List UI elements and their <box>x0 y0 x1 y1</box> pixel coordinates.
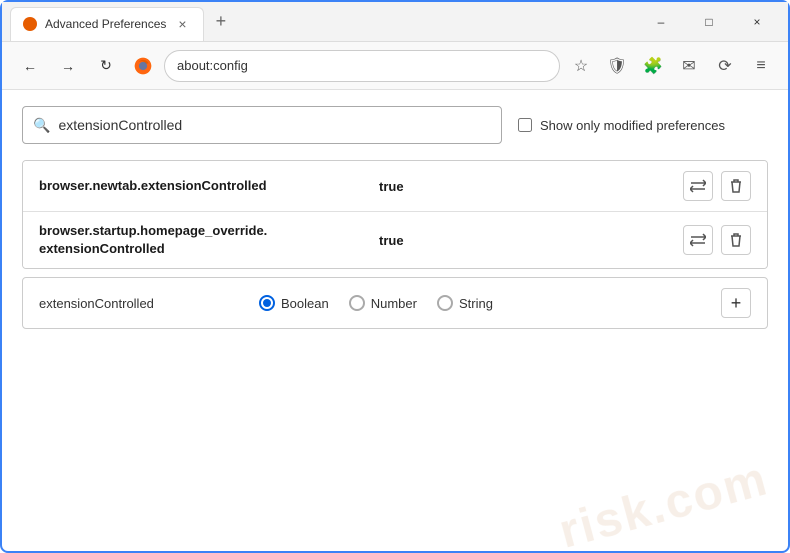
refresh-button[interactable]: ↻ <box>90 50 122 82</box>
search-row: 🔍 Show only modified preferences <box>22 106 768 144</box>
pref-value-1: true <box>379 179 683 194</box>
show-modified-checkbox[interactable] <box>518 118 532 132</box>
tab-title: Advanced Preferences <box>45 17 166 31</box>
close-button[interactable]: × <box>734 6 780 38</box>
bookmark-button[interactable]: ☆ <box>566 51 596 81</box>
string-label: String <box>459 296 493 311</box>
content-area: 🔍 Show only modified preferences browser… <box>2 90 788 345</box>
minimize-button[interactable]: – <box>638 6 684 38</box>
number-radio-circle[interactable] <box>349 295 365 311</box>
window-controls: – □ × <box>638 6 780 38</box>
menu-button[interactable]: ≡ <box>746 51 776 81</box>
tab-container: Advanced Preferences × + <box>10 2 638 41</box>
firefox-logo <box>132 55 154 77</box>
string-radio-circle[interactable] <box>437 295 453 311</box>
search-input[interactable] <box>58 117 491 133</box>
type-radio-group: Boolean Number String <box>259 295 701 311</box>
browser-tab[interactable]: Advanced Preferences × <box>10 7 204 41</box>
navigation-bar: ← → ↻ about:config ☆ 🛡 🧩 ✉ ⟳ ≡ <box>2 42 788 90</box>
preferences-table: browser.newtab.extensionControlled true <box>22 160 768 269</box>
tab-favicon <box>23 17 37 31</box>
pref-actions-1 <box>683 171 751 201</box>
sync-button[interactable]: ⟳ <box>710 51 740 81</box>
number-label: Number <box>371 296 417 311</box>
extension-button[interactable]: 🧩 <box>638 51 668 81</box>
pref-name-2: browser.startup.homepage_override. exten… <box>39 222 379 258</box>
forward-button[interactable]: → <box>52 50 84 82</box>
show-modified-label[interactable]: Show only modified preferences <box>518 118 725 133</box>
address-text: about:config <box>177 58 248 73</box>
boolean-radio-circle[interactable] <box>259 295 275 311</box>
mail-button[interactable]: ✉ <box>674 51 704 81</box>
type-string-option[interactable]: String <box>437 295 493 311</box>
nav-icons: ☆ 🛡 🧩 ✉ ⟳ ≡ <box>566 51 776 81</box>
search-box[interactable]: 🔍 <box>22 106 502 144</box>
pref-value-2: true <box>379 233 683 248</box>
pref-name-1: browser.newtab.extensionControlled <box>39 177 379 195</box>
pref-toggle-button-2[interactable] <box>683 225 713 255</box>
title-bar: Advanced Preferences × + – □ × <box>2 2 788 42</box>
back-button[interactable]: ← <box>14 50 46 82</box>
show-modified-text: Show only modified preferences <box>540 118 725 133</box>
shield-button[interactable]: 🛡 <box>602 51 632 81</box>
add-preference-button[interactable]: + <box>721 288 751 318</box>
new-pref-name: extensionControlled <box>39 296 239 311</box>
type-boolean-option[interactable]: Boolean <box>259 295 329 311</box>
type-number-option[interactable]: Number <box>349 295 417 311</box>
watermark: risk.com <box>553 451 773 553</box>
table-row: browser.newtab.extensionControlled true <box>23 161 767 212</box>
pref-delete-button-2[interactable] <box>721 225 751 255</box>
maximize-button[interactable]: □ <box>686 6 732 38</box>
table-row: browser.startup.homepage_override. exten… <box>23 212 767 268</box>
pref-toggle-button-1[interactable] <box>683 171 713 201</box>
pref-actions-2 <box>683 225 751 255</box>
search-icon: 🔍 <box>33 117 50 134</box>
new-preference-row: extensionControlled Boolean Number Strin… <box>22 277 768 329</box>
address-bar[interactable]: about:config <box>164 50 560 82</box>
pref-delete-button-1[interactable] <box>721 171 751 201</box>
new-tab-button[interactable]: + <box>208 7 235 36</box>
boolean-label: Boolean <box>281 296 329 311</box>
tab-close-button[interactable]: × <box>174 14 190 34</box>
